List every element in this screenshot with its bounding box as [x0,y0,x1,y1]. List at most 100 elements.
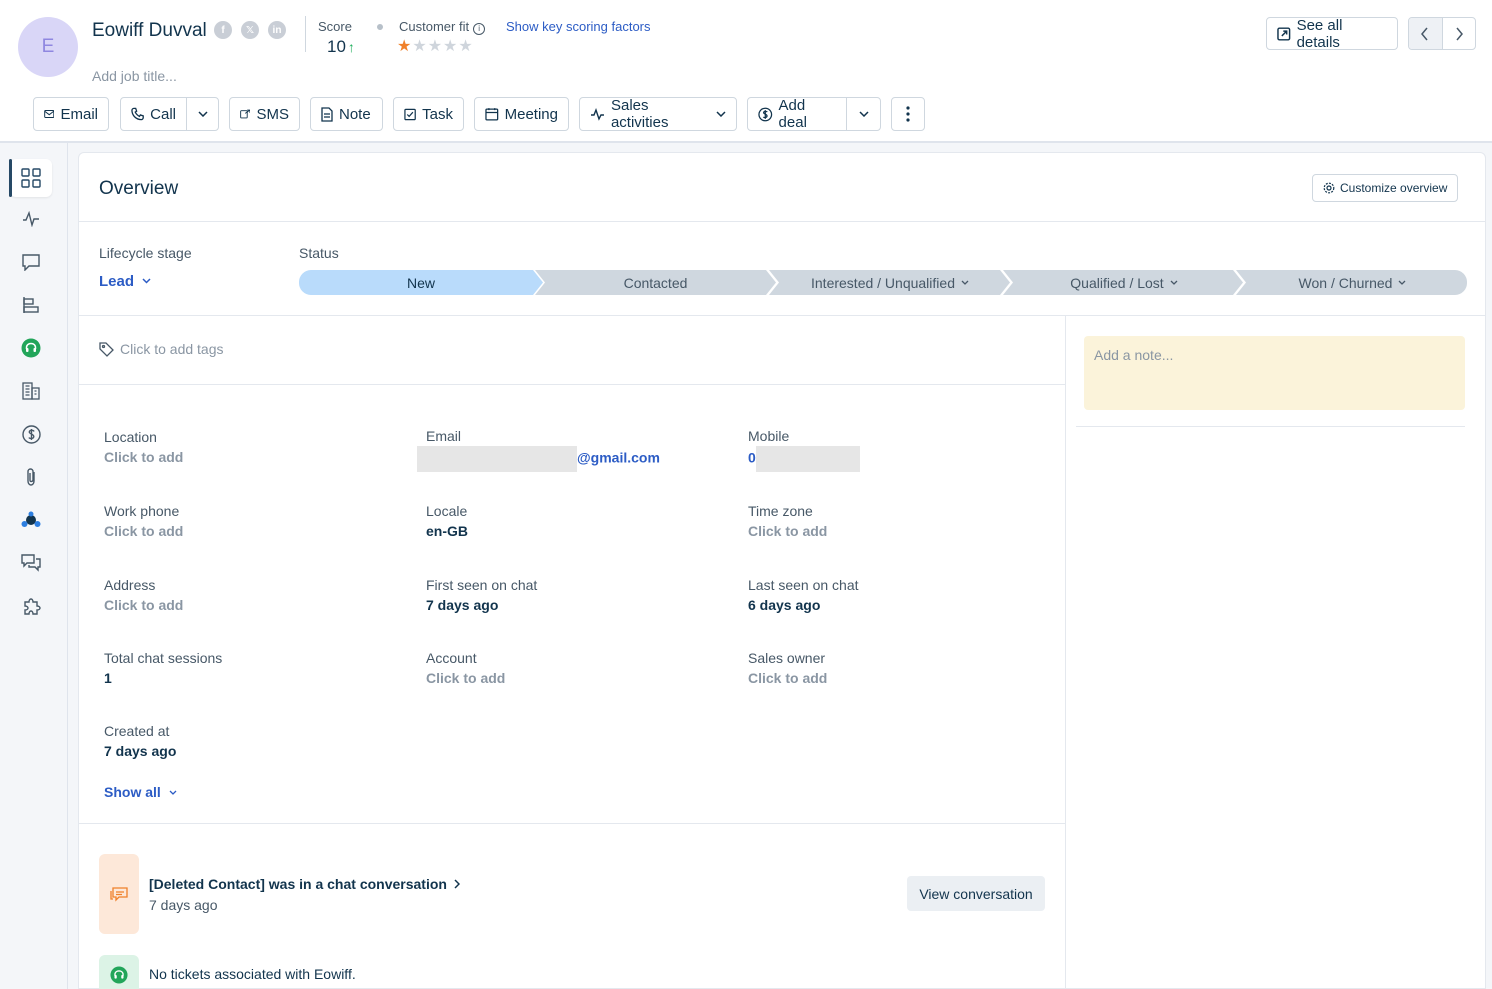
external-link-icon [1277,26,1291,41]
customer-fit-stars: ★★★★★ [397,36,474,56]
chevron-down-icon [716,111,726,117]
show-scoring-factors-link[interactable]: Show key scoring factors [506,19,651,34]
call-options-dropdown[interactable] [186,97,219,131]
previous-record-button[interactable] [1409,18,1443,49]
field-value: Click to add [104,523,184,539]
email-value[interactable]: @gmail.com [417,446,660,472]
field-label: Mobile [748,428,790,444]
field-location[interactable]: Location Click to add [104,429,183,465]
field-label: Location [104,429,157,445]
star-empty-icon: ★ [443,38,459,55]
status-stage-interested[interactable]: Interested / Unqualified [771,270,1009,295]
linkedin-icon[interactable]: in [268,21,286,39]
mobile-prefix: 0 [748,449,756,466]
add-deal-button[interactable]: Add deal [747,97,847,131]
see-all-details-button[interactable]: See all details [1266,17,1398,51]
field-sales-owner[interactable]: Sales owner Click to add [748,650,827,686]
call-button[interactable]: Call [120,97,187,131]
status-stage-won[interactable]: Won / Churned [1238,270,1467,295]
calendar-icon [485,108,499,121]
sidebar-item-overview[interactable] [10,159,52,197]
sidebar-item-deals[interactable] [10,415,52,453]
dollar-circle-icon [758,107,773,121]
field-label: First seen on chat [426,577,538,593]
add-deal-options-dropdown[interactable] [846,97,881,131]
redacted-block [417,446,577,472]
show-all-fields-button[interactable]: Show all [104,784,177,800]
field-work-phone[interactable]: Work phone Click to add [104,503,183,539]
add-note-field[interactable]: Add a note... [1084,336,1465,410]
tags-placeholder: Click to add tags [120,341,224,357]
avatar[interactable]: E [18,17,78,77]
headset-icon [110,966,128,984]
sidebar-item-accounts[interactable] [10,372,52,410]
status-stage-new[interactable]: New [299,270,543,295]
star-empty-icon: ★ [427,38,444,55]
field-first-seen: First seen on chat 7 days ago [426,577,537,613]
sidebar-item-timeline[interactable] [10,286,52,324]
field-mobile[interactable]: Mobile 0 [748,428,860,472]
arrow-up-icon: ↑ [347,39,355,55]
field-label: Locale [426,503,468,519]
field-locale[interactable]: Locale en-GB [426,503,468,539]
status-stage-contacted[interactable]: Contacted [537,270,774,295]
sidebar-active-indicator [9,159,12,197]
sidebar-item-activities[interactable] [10,200,52,238]
view-conversation-button[interactable]: View conversation [907,876,1045,911]
phone-icon [131,107,144,121]
task-button[interactable]: Task [393,97,464,131]
field-created-at: Created at 7 days ago [104,723,176,759]
facebook-icon[interactable]: f [214,21,232,39]
record-navigation [1408,17,1476,50]
activity-pulse-icon [590,107,604,121]
meeting-button[interactable]: Meeting [474,97,569,131]
field-address[interactable]: Address Click to add [104,577,183,613]
lifecycle-stage-dropdown[interactable]: Lead [99,273,151,290]
note-button[interactable]: Note [310,97,383,131]
field-label: Sales owner [748,650,826,666]
sidebar-item-conversations[interactable] [10,243,52,281]
puzzle-icon [23,597,41,615]
field-email[interactable]: Email @gmail.com [417,428,660,472]
mobile-value[interactable]: 0 [748,446,860,472]
field-value: 1 [104,670,112,686]
headset-icon [21,338,41,358]
field-label: Work phone [104,503,180,519]
sms-button[interactable]: SMS [229,97,300,131]
divider [79,221,1485,222]
field-time-zone[interactable]: Time zone Click to add [748,503,827,539]
stage-label: Qualified / Lost [1070,274,1164,291]
tag-icon [99,341,114,357]
more-vertical-icon [906,106,910,122]
field-label: Last seen on chat [748,577,859,593]
field-account[interactable]: Account Click to add [426,650,505,686]
more-actions-button[interactable] [891,97,925,131]
job-title-field[interactable]: Add job title... [92,68,177,84]
sales-activities-dropdown[interactable]: Sales activities [579,97,737,131]
score-value: 10 ↑ [327,37,355,57]
sidebar-item-chat[interactable] [10,544,52,582]
field-label: Time zone [748,503,813,519]
stage-label: Interested / Unqualified [811,274,955,291]
next-record-button[interactable] [1443,18,1476,49]
customize-overview-button[interactable]: Customize overview [1312,174,1459,202]
conversation-activity-link[interactable]: [Deleted Contact] was in a chat conversa… [149,876,460,892]
email-button-label: Email [60,105,98,123]
customer-fit-label: Customer fit i [399,19,486,35]
sidebar-item-attachments[interactable] [10,458,52,496]
message-icon [22,253,40,271]
gear-icon [1323,182,1335,194]
x-twitter-icon[interactable]: 𝕏 [241,21,259,39]
sidebar-item-integrations[interactable] [10,501,52,539]
status-pipeline: New Contacted Interested / Unqualified Q… [299,270,1467,295]
field-value: 6 days ago [748,597,821,613]
info-icon[interactable]: i [473,22,486,35]
contact-name[interactable]: Eowiff Duvval [92,20,207,42]
stage-label: New [406,274,435,291]
add-tags-field[interactable]: Click to add tags [99,341,224,357]
status-stage-qualified[interactable]: Qualified / Lost [1005,270,1243,295]
chevron-left-icon [1421,27,1428,40]
sidebar-item-support[interactable] [10,329,52,367]
sidebar-item-apps[interactable] [10,587,52,625]
email-button[interactable]: Email [33,97,109,131]
